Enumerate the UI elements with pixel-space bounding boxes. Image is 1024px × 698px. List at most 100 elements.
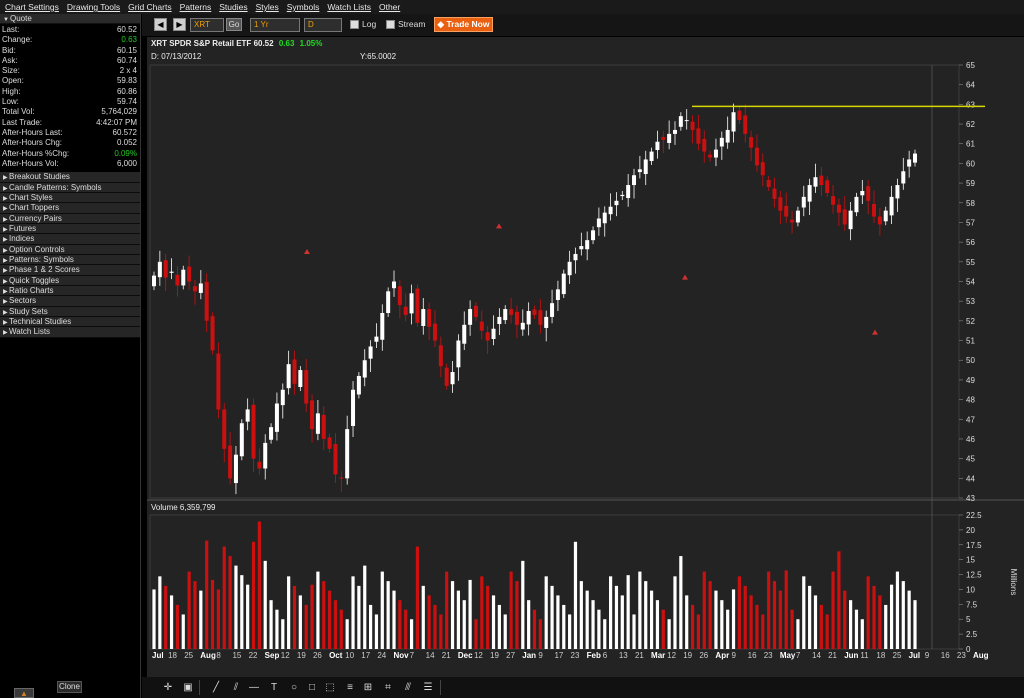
home-icon[interactable]: ▲ bbox=[14, 688, 34, 698]
line-icon[interactable]: — bbox=[246, 680, 262, 695]
candle-body bbox=[216, 353, 221, 410]
volume-tick-label: 12.5 bbox=[966, 571, 982, 580]
section-chart-toppers[interactable]: ▶Chart Toppers bbox=[0, 203, 140, 214]
quote-row: After-Hours Chg: 0.052 bbox=[0, 138, 140, 148]
candle-body bbox=[690, 121, 695, 130]
candle-body bbox=[731, 112, 736, 132]
stream-checkbox[interactable] bbox=[386, 20, 395, 29]
cursor-icon[interactable]: ✛ bbox=[160, 680, 176, 695]
trade-now-button[interactable]: ◆ Trade Now bbox=[434, 17, 493, 32]
zoom-box-icon[interactable]: ▣ bbox=[180, 680, 196, 695]
ellipse-icon[interactable]: ○ bbox=[286, 680, 302, 695]
section-quick-toggles[interactable]: ▶Quick Toggles bbox=[0, 275, 140, 286]
volume-bar bbox=[673, 576, 677, 649]
volume-bar bbox=[632, 614, 636, 649]
section-patterns-symbols[interactable]: ▶Patterns: Symbols bbox=[0, 254, 140, 266]
candle-body bbox=[684, 120, 689, 122]
menu-item-chart-settings[interactable]: Chart Settings bbox=[5, 2, 59, 12]
x-axis-label: 26 bbox=[699, 651, 708, 660]
candle-body bbox=[187, 266, 192, 282]
text-icon[interactable]: T bbox=[266, 680, 282, 695]
volume-bar bbox=[275, 609, 279, 649]
clone-button[interactable]: Clone bbox=[57, 681, 82, 693]
fibonacci-icon[interactable]: ≡ bbox=[342, 680, 358, 695]
menu-item-watch-lists[interactable]: Watch Lists bbox=[327, 2, 371, 12]
gann-icon[interactable]: ⊞ bbox=[360, 680, 376, 695]
section-sectors[interactable]: ▶Sectors bbox=[0, 296, 140, 307]
section-indices[interactable]: ▶Indices bbox=[0, 234, 140, 245]
price-tick-label: 53 bbox=[966, 297, 975, 306]
volume-bar bbox=[292, 585, 297, 649]
candle-body bbox=[801, 196, 806, 208]
section-chart-styles[interactable]: ▶Chart Styles bbox=[0, 192, 140, 204]
section-study-sets[interactable]: ▶Study Sets bbox=[0, 306, 140, 317]
section-futures[interactable]: ▶Futures bbox=[0, 223, 140, 235]
menu-item-symbols[interactable]: Symbols bbox=[287, 2, 320, 12]
back-button[interactable]: ◀ bbox=[154, 18, 167, 31]
candle-body bbox=[678, 116, 683, 127]
volume-bar bbox=[480, 576, 484, 649]
volume-bar bbox=[345, 619, 349, 649]
candle-body bbox=[233, 454, 238, 484]
menu-item-other[interactable]: Other bbox=[379, 2, 400, 12]
candle-body bbox=[386, 291, 391, 313]
candle-body bbox=[479, 321, 484, 331]
candle-body bbox=[567, 261, 572, 276]
candle-body bbox=[298, 370, 303, 387]
quote-row: Ask: 60.74 bbox=[0, 56, 140, 66]
pencil-icon[interactable]: ╱ bbox=[208, 680, 224, 695]
section-watch-lists[interactable]: ▶Watch Lists bbox=[0, 327, 140, 338]
section-candle-patterns-symbols[interactable]: ▶Candle Patterns: Symbols bbox=[0, 182, 140, 193]
candle-body bbox=[790, 219, 795, 223]
channels-icon[interactable]: ☰ bbox=[420, 680, 436, 695]
trendline-icon[interactable]: ⫽ bbox=[228, 680, 244, 695]
candle-body bbox=[620, 194, 625, 197]
candle-body bbox=[520, 322, 525, 330]
section-label: Chart Toppers bbox=[9, 203, 60, 213]
period-select[interactable]: 1 Yr bbox=[250, 18, 300, 32]
forward-button[interactable]: ▶ bbox=[173, 18, 186, 31]
chart-header: XRT SPDR S&P Retail ETF 60.52 0.63 1.05% bbox=[151, 39, 322, 48]
section-currency-pairs[interactable]: ▶Currency Pairs bbox=[0, 213, 140, 224]
section-ratio-charts[interactable]: ▶Ratio Charts bbox=[0, 285, 140, 297]
speedlines-icon[interactable]: ⫻ bbox=[400, 680, 416, 695]
quote-title: Quote bbox=[10, 14, 32, 23]
section-breakout-studies[interactable]: ▶Breakout Studies bbox=[0, 172, 140, 183]
volume-bar bbox=[491, 595, 496, 649]
price-chart[interactable]: 6564636261605958575655545352515049484746… bbox=[147, 37, 1024, 677]
candle-body bbox=[883, 210, 888, 222]
menu-item-patterns[interactable]: Patterns bbox=[180, 2, 212, 12]
x-axis-label: Jun bbox=[844, 651, 858, 660]
quote-row: Low: 59.74 bbox=[0, 97, 140, 107]
rectangle-icon[interactable]: □ bbox=[304, 680, 320, 695]
candle-body bbox=[760, 162, 765, 176]
price-tick-label: 49 bbox=[966, 376, 975, 385]
volume-bar bbox=[544, 576, 548, 649]
candle-body bbox=[807, 185, 812, 202]
symbol-input[interactable]: XRT bbox=[190, 18, 224, 32]
chart-area[interactable]: 65 64 63 62 61 60 59 58 57 56 55 54 53 52 51 50 49 48 47 46… bbox=[147, 37, 1024, 677]
signal-marker-icon bbox=[872, 329, 878, 335]
arrow-icon[interactable]: ⬚ bbox=[322, 680, 338, 695]
menu-item-styles[interactable]: Styles bbox=[256, 2, 279, 12]
candle-body bbox=[292, 359, 297, 384]
section-option-controls[interactable]: ▶Option Controls bbox=[0, 244, 140, 255]
candle-body bbox=[713, 149, 718, 158]
volume-tick-label: 0 bbox=[966, 645, 971, 654]
volume-bar bbox=[187, 571, 191, 649]
candle-body bbox=[579, 246, 584, 250]
menu-item-studies[interactable]: Studies bbox=[219, 2, 247, 12]
candle-body bbox=[181, 269, 186, 286]
volume-tick-label: 5 bbox=[966, 615, 971, 624]
log-checkbox[interactable] bbox=[350, 20, 359, 29]
section-technical-studies[interactable]: ▶Technical Studies bbox=[0, 316, 140, 328]
interval-select[interactable]: D bbox=[304, 18, 342, 32]
menu-item-grid-charts[interactable]: Grid Charts bbox=[128, 2, 171, 12]
section-phase-1-2-scores[interactable]: ▶Phase 1 & 2 Scores bbox=[0, 265, 140, 276]
andrews-icon[interactable]: ⌗ bbox=[380, 680, 396, 695]
go-button[interactable]: Go bbox=[226, 18, 242, 31]
date-readout: D: 07/13/2012 bbox=[151, 52, 202, 61]
quote-section-header[interactable]: ▼Quote bbox=[0, 14, 140, 24]
menu-item-drawing-tools[interactable]: Drawing Tools bbox=[67, 2, 120, 12]
candle-body bbox=[304, 370, 309, 404]
